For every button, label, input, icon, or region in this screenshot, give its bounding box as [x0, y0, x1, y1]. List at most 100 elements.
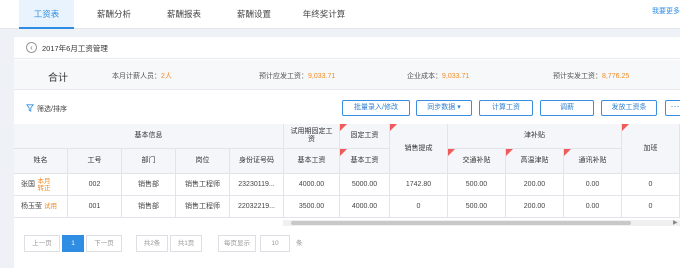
gross-label: 预计应发工资：	[259, 73, 308, 80]
col-header-id-number: 身份证号码	[230, 149, 284, 174]
col-header-telecom: 通讯补贴	[564, 149, 622, 174]
headcount-summary: 本月计薪人员：2人	[112, 71, 172, 81]
filter-label: 筛选/排序	[37, 106, 67, 113]
table-cell-high-temp[interactable]: 200.00	[506, 174, 564, 196]
per-page-input[interactable]: 10	[260, 235, 290, 252]
more-actions-button[interactable]: ···	[665, 100, 680, 116]
flag-icon	[506, 149, 513, 156]
table-cell-high-temp[interactable]: 200.00	[506, 196, 564, 218]
group-header-overtime-label: 加班	[643, 144, 658, 152]
scroll-right-icon[interactable]: ▶	[673, 219, 678, 226]
net-label: 预计实发工资：	[553, 73, 602, 80]
table-cell-transport[interactable]: 500.00	[448, 196, 506, 218]
summary-label: 合计	[48, 73, 68, 84]
calculate-salary-button[interactable]: 计算工资	[479, 100, 533, 116]
table-cell-probation-base[interactable]: 3500.00	[284, 196, 340, 218]
prev-page-button[interactable]: 上一页	[24, 235, 60, 252]
payroll-table: 基本信息 试用期固定工资 固定工资 销售提成 津补贴 加班 姓名 工号 部门 岗…	[14, 124, 680, 218]
table-cell-overtime[interactable]: 0	[622, 196, 680, 218]
adjust-salary-button[interactable]: 调薪	[540, 100, 594, 116]
table-cell-name[interactable]: 杨玉莹 试用	[14, 196, 68, 218]
company-cost-value: 9,033.71	[442, 73, 470, 80]
col-header-transport: 交通补贴	[448, 149, 506, 174]
table-cell-position: 销售工程师	[176, 174, 230, 196]
company-cost-label: 企业成本：	[407, 73, 442, 80]
table-cell-telecom[interactable]: 0.00	[564, 174, 622, 196]
net-value: 8,776.25	[602, 73, 630, 80]
group-header-sales: 销售提成	[390, 124, 448, 174]
tab-payroll[interactable]: 工资表	[19, 0, 74, 29]
flag-icon	[448, 149, 455, 156]
col-header-probation-base: 基本工资	[284, 149, 340, 174]
toolbar: 筛选/排序 批量录入/修改 同步数据 ▾ 计算工资 调薪 发放工资条 ···	[14, 96, 680, 120]
col-header-transport-label: 交通补贴	[462, 157, 491, 164]
sync-data-label: 同步数据	[427, 104, 456, 111]
per-page-unit: 条	[296, 240, 303, 247]
tab-salary-report[interactable]: 薪酬报表	[154, 0, 214, 29]
flag-icon	[622, 124, 629, 131]
payroll-card: ‹ 2017年6月工资管理 合计 本月计薪人员：2人 预计应发工资：9,033.…	[14, 37, 680, 268]
table-cell-overtime[interactable]: 0	[622, 174, 680, 196]
scrollbar-thumb[interactable]	[291, 221, 631, 225]
back-icon[interactable]: ‹	[26, 42, 37, 53]
total-records: 共2条	[136, 235, 168, 252]
col-header-telecom-label: 通讯补贴	[578, 157, 607, 164]
flag-icon	[340, 124, 347, 131]
table-cell-department: 销售部	[122, 174, 176, 196]
page-title: 2017年6月工资管理	[42, 44, 108, 53]
pagination: 上一页 1 下一页 共2条 共1页 每页显示 10 条	[14, 235, 680, 257]
employee-name: 张国	[21, 180, 35, 188]
sync-data-button[interactable]: 同步数据 ▾	[416, 100, 472, 116]
col-header-high-temp: 高温津贴	[506, 149, 564, 174]
table-cell-employee-no: 001	[68, 196, 122, 218]
net-summary: 预计实发工资：8,776.25	[553, 71, 629, 81]
horizontal-scrollbar[interactable]	[283, 220, 680, 226]
col-header-fixed-base-label: 基本工资	[350, 157, 379, 164]
next-page-button[interactable]: 下一页	[86, 235, 122, 252]
headcount-label: 本月计薪人员：	[112, 73, 161, 80]
title-row: ‹ 2017年6月工资管理	[14, 37, 680, 59]
table-cell-sales[interactable]: 0	[390, 196, 448, 218]
total-pages: 共1页	[170, 235, 202, 252]
tab-bonus-calc[interactable]: 年终奖计算	[292, 0, 356, 29]
table-cell-id-number: 23230119...	[230, 174, 284, 196]
flag-icon	[390, 124, 397, 131]
filter-icon	[26, 104, 34, 112]
col-header-position: 岗位	[176, 149, 230, 174]
table-cell-telecom[interactable]: 0.00	[564, 196, 622, 218]
employee-status-badge: 本月转正	[37, 177, 51, 192]
table-cell-department: 销售部	[122, 196, 176, 218]
page-button-current[interactable]: 1	[62, 235, 84, 252]
filter-button[interactable]: 筛选/排序	[26, 104, 67, 114]
gross-summary: 预计应发工资：9,033.71	[259, 71, 335, 81]
tab-salary-settings[interactable]: 薪酬设置	[224, 0, 284, 29]
col-header-department: 部门	[122, 149, 176, 174]
per-page-label: 每页显示	[218, 235, 256, 252]
employee-name: 杨玉莹	[21, 202, 42, 210]
group-header-probation: 试用期固定工资	[284, 124, 340, 149]
chevron-down-icon: ▾	[457, 104, 461, 111]
issue-payslip-button[interactable]: 发放工资条	[601, 100, 657, 116]
group-header-fixed-label: 固定工资	[350, 132, 379, 139]
batch-edit-button[interactable]: 批量录入/修改	[342, 100, 410, 116]
summary-bar: 合计 本月计薪人员：2人 预计应发工资：9,033.71 企业成本：9,033.…	[14, 60, 680, 90]
flag-icon	[564, 149, 571, 156]
table-cell-fixed-base[interactable]: 5000.00	[340, 174, 390, 196]
col-header-name: 姓名	[14, 149, 68, 174]
gross-value: 9,033.71	[308, 73, 336, 80]
col-header-employee-no: 工号	[68, 149, 122, 174]
table-cell-name[interactable]: 张国 本月转正	[14, 174, 68, 196]
headcount-value: 2人	[161, 73, 172, 80]
tab-salary-analysis[interactable]: 薪酬分析	[84, 0, 144, 29]
table-cell-probation-base[interactable]: 4000.00	[284, 174, 340, 196]
group-header-overtime: 加班	[622, 124, 680, 174]
more-link[interactable]: 我要更多	[652, 6, 680, 16]
table-cell-id-number: 22032219...	[230, 196, 284, 218]
group-header-fixed: 固定工资	[340, 124, 390, 149]
table-cell-sales[interactable]: 1742.80	[390, 174, 448, 196]
table-cell-transport[interactable]: 500.00	[448, 174, 506, 196]
table-cell-fixed-base[interactable]: 4000.00	[340, 196, 390, 218]
employee-status-badge: 试用	[44, 203, 57, 210]
group-header-allowance: 津补贴	[448, 124, 622, 149]
company-cost-summary: 企业成本：9,033.71	[407, 71, 469, 81]
